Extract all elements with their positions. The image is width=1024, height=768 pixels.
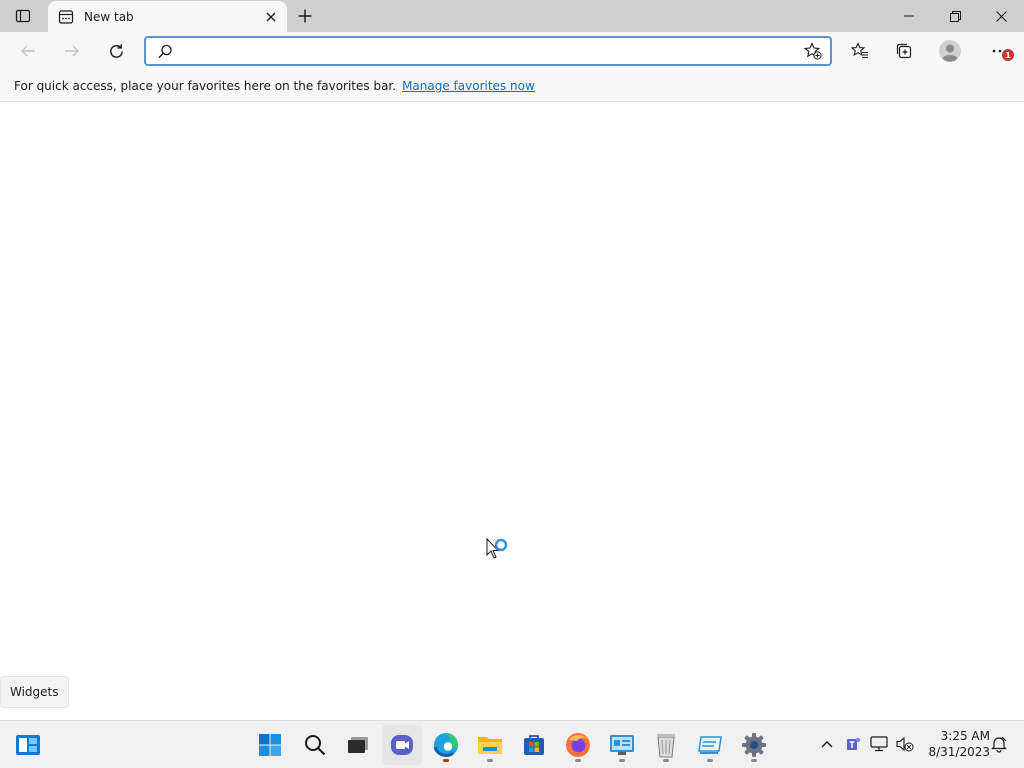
browser-toolbar: 1	[0, 32, 1024, 70]
close-icon	[266, 12, 276, 21]
taskbar-search-button[interactable]	[295, 725, 335, 765]
add-favorite-icon[interactable]	[803, 42, 822, 64]
folder-icon	[478, 737, 502, 754]
edge-taskbar-button[interactable]	[426, 725, 466, 765]
tab-strip: New tab	[0, 0, 1024, 32]
refresh-button[interactable]	[100, 35, 132, 67]
recycle-bin-running-indicator	[663, 759, 669, 762]
new-tab-favicon-icon	[58, 9, 74, 25]
forward-button[interactable]	[56, 35, 88, 67]
teams-chat-icon	[391, 735, 413, 755]
network-window-icon	[698, 736, 722, 754]
firefox-button[interactable]	[558, 725, 598, 765]
minimize-button[interactable]	[886, 0, 932, 32]
search-icon	[305, 735, 326, 756]
avatar-icon	[939, 40, 961, 62]
control-panel-button[interactable]	[602, 725, 642, 765]
tab-actions-icon	[15, 9, 31, 23]
firefox-running-indicator	[575, 759, 581, 762]
widgets-button[interactable]	[8, 725, 48, 765]
control-panel-running-indicator	[619, 759, 625, 762]
tab-title: New tab	[84, 9, 134, 24]
volume-muted-icon	[896, 736, 914, 752]
store-button[interactable]	[514, 725, 554, 765]
edge-running-indicator	[443, 759, 449, 762]
network-icon	[870, 736, 888, 752]
search-icon	[158, 44, 173, 63]
clock[interactable]: 3:25 AM 8/31/2023	[920, 728, 990, 760]
close-icon	[995, 10, 1007, 22]
chevron-up-icon	[821, 741, 833, 748]
show-hidden-icons-button[interactable]	[816, 733, 838, 755]
new-tab-button[interactable]	[292, 4, 318, 28]
control-panel-icon	[610, 735, 634, 755]
start-button[interactable]	[250, 725, 290, 765]
busy-cursor-icon	[486, 538, 508, 559]
back-arrow-icon	[21, 45, 35, 57]
notification-badge: 1	[1002, 49, 1014, 61]
widgets-tooltip: Widgets	[0, 676, 69, 708]
teams-tray-button[interactable]	[842, 733, 864, 755]
address-bar[interactable]	[144, 36, 832, 66]
manage-favorites-link[interactable]: Manage favorites now	[402, 79, 535, 93]
volume-tray-button[interactable]	[894, 733, 916, 755]
collections-button[interactable]	[888, 35, 920, 67]
settings-running-indicator	[751, 759, 757, 762]
task-view-icon	[348, 737, 368, 753]
recycle-bin-button[interactable]	[646, 725, 686, 765]
notification-bell-icon	[991, 736, 1007, 753]
clock-time: 3:25 AM	[940, 729, 990, 743]
profile-button[interactable]	[934, 35, 966, 67]
restore-icon	[949, 10, 961, 22]
task-view-button[interactable]	[338, 725, 378, 765]
network-app-running-indicator	[707, 759, 713, 762]
tab-new-tab[interactable]: New tab	[48, 1, 287, 32]
plus-icon	[298, 9, 312, 23]
chat-button[interactable]	[382, 725, 422, 765]
collections-icon	[896, 43, 912, 59]
settings-button[interactable]	[734, 725, 774, 765]
network-app-button[interactable]	[690, 725, 730, 765]
favorites-bar: For quick access, place your favorites h…	[0, 70, 1024, 102]
minimize-icon	[904, 15, 914, 17]
teams-icon	[847, 737, 861, 750]
firefox-icon	[566, 733, 590, 757]
widgets-icon	[16, 735, 40, 755]
edge-icon	[433, 733, 458, 757]
favorites-bar-message: For quick access, place your favorites h…	[14, 78, 397, 93]
settings-and-more-button[interactable]: 1	[982, 35, 1018, 67]
network-tray-button[interactable]	[868, 733, 890, 755]
taskbar: 3:25 AM 8/31/2023	[0, 720, 1024, 768]
notifications-button[interactable]	[988, 733, 1010, 755]
file-explorer-button[interactable]	[470, 725, 510, 765]
tab-actions-button[interactable]	[0, 0, 46, 32]
close-window-button[interactable]	[978, 0, 1024, 32]
refresh-icon	[109, 43, 123, 58]
store-icon	[524, 735, 544, 755]
favorites-icon	[851, 42, 868, 59]
page-content[interactable]	[0, 103, 1024, 720]
windows-logo-icon	[259, 734, 281, 756]
restore-button[interactable]	[932, 0, 978, 32]
explorer-running-indicator	[487, 759, 493, 762]
recycle-bin-icon	[657, 734, 675, 758]
tab-close-button[interactable]	[259, 5, 283, 29]
address-input[interactable]	[180, 42, 800, 62]
forward-arrow-icon	[65, 45, 79, 57]
favorites-button[interactable]	[844, 35, 876, 67]
clock-date: 8/31/2023	[928, 745, 990, 759]
gear-icon	[742, 733, 766, 757]
back-button[interactable]	[12, 35, 44, 67]
